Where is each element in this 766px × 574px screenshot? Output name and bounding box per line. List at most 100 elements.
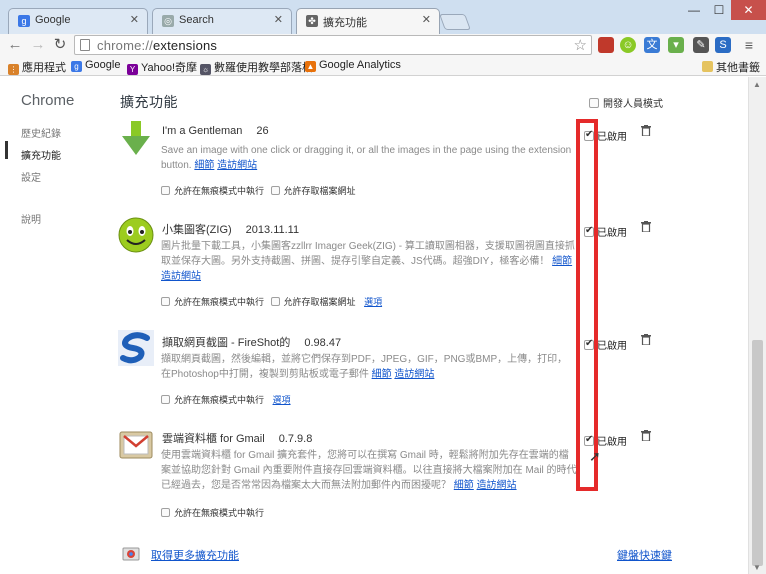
file-access-checkbox[interactable] bbox=[270, 186, 280, 195]
menu-icon[interactable]: ≡ bbox=[741, 37, 757, 53]
tab-google[interactable]: g Google ✕ bbox=[8, 8, 148, 34]
incognito-checkbox[interactable] bbox=[161, 395, 170, 404]
bookmark-blog[interactable]: ☼ 數羅使用教學部落格 bbox=[200, 59, 313, 75]
trash-icon[interactable] bbox=[641, 221, 651, 232]
file-access-checkbox[interactable] bbox=[270, 297, 280, 306]
highlight-box bbox=[576, 119, 598, 491]
sidebar-selected-indicator bbox=[5, 141, 8, 159]
extension-options: 允許在無痕模式中執行 允許存取檔案網址 選項 bbox=[161, 295, 382, 308]
mouse-cursor-icon: ➚ bbox=[589, 448, 601, 464]
leaf-extension-icon[interactable]: ▾ bbox=[668, 37, 684, 53]
google-icon: g bbox=[71, 61, 82, 72]
fireshot-s-icon bbox=[118, 330, 154, 366]
yahoo-icon: Y bbox=[127, 64, 138, 75]
tab-extensions[interactable]: ✤ 擴充功能 ✕ bbox=[296, 8, 440, 35]
bookmark-google[interactable]: g Google bbox=[71, 59, 120, 72]
scroll-up-icon[interactable]: ▲ bbox=[753, 80, 761, 89]
minimize-button[interactable]: — bbox=[681, 0, 707, 20]
back-icon[interactable]: ← bbox=[6, 36, 24, 54]
details-link[interactable]: 細節 bbox=[552, 256, 572, 267]
visit-site-link[interactable]: 造訪網站 bbox=[394, 369, 434, 380]
tab-title: Google bbox=[35, 14, 71, 26]
incognito-checkbox[interactable] bbox=[161, 297, 170, 306]
get-more-extensions-link[interactable]: 取得更多擴充功能 bbox=[151, 547, 239, 563]
sidebar-item-history[interactable]: 歷史紀錄 bbox=[21, 125, 61, 140]
scrollbar-thumb[interactable] bbox=[752, 340, 763, 566]
close-icon[interactable]: ✕ bbox=[130, 13, 139, 26]
incognito-checkbox[interactable] bbox=[161, 508, 170, 517]
fireshot-icon[interactable]: S bbox=[715, 37, 731, 53]
developer-mode-checkbox[interactable] bbox=[589, 98, 599, 108]
developer-mode-toggle[interactable]: 開發人員模式 bbox=[589, 95, 663, 110]
visit-site-link[interactable]: 造訪網站 bbox=[217, 160, 257, 171]
extension-name: 擷取網頁截圖 - FireShot的 0.98.47 bbox=[162, 337, 342, 349]
keyboard-shortcuts-link[interactable]: 鍵盤快速鍵 bbox=[617, 547, 672, 563]
extension-options: 允許在無痕模式中執行 允許存取檔案網址 bbox=[161, 184, 356, 197]
tab-title: Search bbox=[179, 14, 214, 26]
extension-version: 2013.11.11 bbox=[245, 224, 300, 236]
extension-options: 允許在無痕模式中執行 bbox=[161, 506, 264, 519]
web-store-icon bbox=[122, 547, 140, 561]
trash-icon[interactable] bbox=[641, 125, 651, 136]
incognito-checkbox[interactable] bbox=[161, 186, 170, 195]
tab-title: 擴充功能 bbox=[323, 17, 367, 29]
extension-name: 雲端資料櫃 for Gmail 0.7.9.8 bbox=[162, 433, 313, 445]
extension-name: I'm a Gentleman 26 bbox=[162, 125, 269, 137]
options-link[interactable]: 選項 bbox=[273, 395, 291, 405]
close-icon[interactable]: ✕ bbox=[274, 13, 283, 26]
forward-icon[interactable]: → bbox=[29, 36, 47, 54]
close-icon[interactable]: ✕ bbox=[422, 13, 431, 26]
maximize-button[interactable]: ☐ bbox=[707, 0, 731, 20]
bookmarks-bar: ⋮ 應用程式 g Google Y Yahoo!奇摩 ☼ 數羅使用教學部落格 ▲ Goog… bbox=[0, 56, 766, 76]
extension-description: 圖片批量下載工具，小集圖客zzllrr Imager Geek(ZIG) - 算… bbox=[161, 241, 575, 282]
visit-site-link[interactable]: 造訪網站 bbox=[161, 271, 201, 282]
extension-version: 0.7.9.8 bbox=[278, 433, 313, 445]
scrollbar[interactable]: ▲ ▼ bbox=[748, 77, 766, 574]
extension-description: Save an image with one click or dragging… bbox=[161, 145, 572, 171]
details-link[interactable]: 細節 bbox=[194, 160, 214, 171]
bookmark-star-icon[interactable]: ☆ bbox=[574, 36, 587, 54]
analytics-icon: ▲ bbox=[305, 61, 316, 72]
extension-name: 小集圖客(ZIG) 2013.11.11 bbox=[162, 224, 300, 236]
page-icon bbox=[80, 39, 90, 51]
bookmark-apps[interactable]: ⋮ 應用程式 bbox=[8, 59, 66, 75]
extension-version: 0.98.47 bbox=[304, 337, 342, 349]
sidebar-item-extensions[interactable]: 擴充功能 bbox=[21, 147, 61, 162]
cloud-cabinet-icon bbox=[119, 431, 153, 459]
tab-strip: g Google ✕ ◎ Search ✕ ✤ 擴充功能 ✕ — ☐ ✕ bbox=[0, 0, 766, 35]
details-link[interactable]: 細節 bbox=[454, 480, 474, 491]
sidebar-item-help[interactable]: 說明 bbox=[21, 211, 41, 226]
scroll-down-icon[interactable]: ▼ bbox=[753, 563, 761, 572]
tool-extension-icon[interactable]: ✎ bbox=[693, 37, 709, 53]
address-bar[interactable]: chrome://extensions ☆ bbox=[74, 35, 592, 55]
tab-search[interactable]: ◎ Search ✕ bbox=[152, 8, 292, 34]
new-tab-button[interactable] bbox=[439, 14, 471, 30]
folder-icon bbox=[702, 61, 713, 72]
close-window-button[interactable]: ✕ bbox=[731, 0, 766, 20]
blog-icon: ☼ bbox=[200, 64, 211, 75]
green-arrow-icon bbox=[122, 121, 150, 155]
extension-description: 使用雲端資料櫃 for Gmail 擴充套件，您將可以在撰寫 Gmail 時，輕… bbox=[161, 450, 577, 491]
red-extension-icon[interactable] bbox=[598, 37, 614, 53]
browser-window: g Google ✕ ◎ Search ✕ ✤ 擴充功能 ✕ — ☐ ✕ ← →… bbox=[0, 0, 766, 574]
trash-icon[interactable] bbox=[641, 430, 651, 441]
search-icon: ◎ bbox=[162, 15, 174, 27]
apps-grid-icon: ⋮ bbox=[8, 64, 19, 75]
visit-site-link[interactable]: 造訪網站 bbox=[477, 480, 517, 491]
extension-options: 允許在無痕模式中執行 選項 bbox=[161, 393, 291, 406]
translate-icon[interactable]: 文 bbox=[644, 37, 660, 53]
other-bookmarks[interactable]: 其他書籤 bbox=[702, 59, 760, 75]
extensions-page: Chrome 歷史紀錄 擴充功能 設定 說明 擴充功能 開發人員模式 I'm a… bbox=[0, 77, 748, 574]
bookmark-analytics[interactable]: ▲ Google Analytics bbox=[305, 59, 401, 72]
bookmark-yahoo[interactable]: Y Yahoo!奇摩 bbox=[127, 59, 197, 75]
toolbar: ← → ↻ chrome://extensions ☆ ☺ 文 ▾ ✎ S ≡ bbox=[0, 34, 766, 56]
details-link[interactable]: 細節 bbox=[372, 369, 392, 380]
smiley-extension-icon[interactable]: ☺ bbox=[620, 37, 636, 53]
reload-icon[interactable]: ↻ bbox=[51, 36, 69, 54]
options-link[interactable]: 選項 bbox=[364, 297, 382, 307]
puzzle-icon: ✤ bbox=[306, 15, 318, 27]
trash-icon[interactable] bbox=[641, 334, 651, 345]
google-g-icon: g bbox=[18, 15, 30, 27]
page-title: 擴充功能 bbox=[120, 94, 178, 110]
sidebar-item-settings[interactable]: 設定 bbox=[21, 169, 41, 184]
